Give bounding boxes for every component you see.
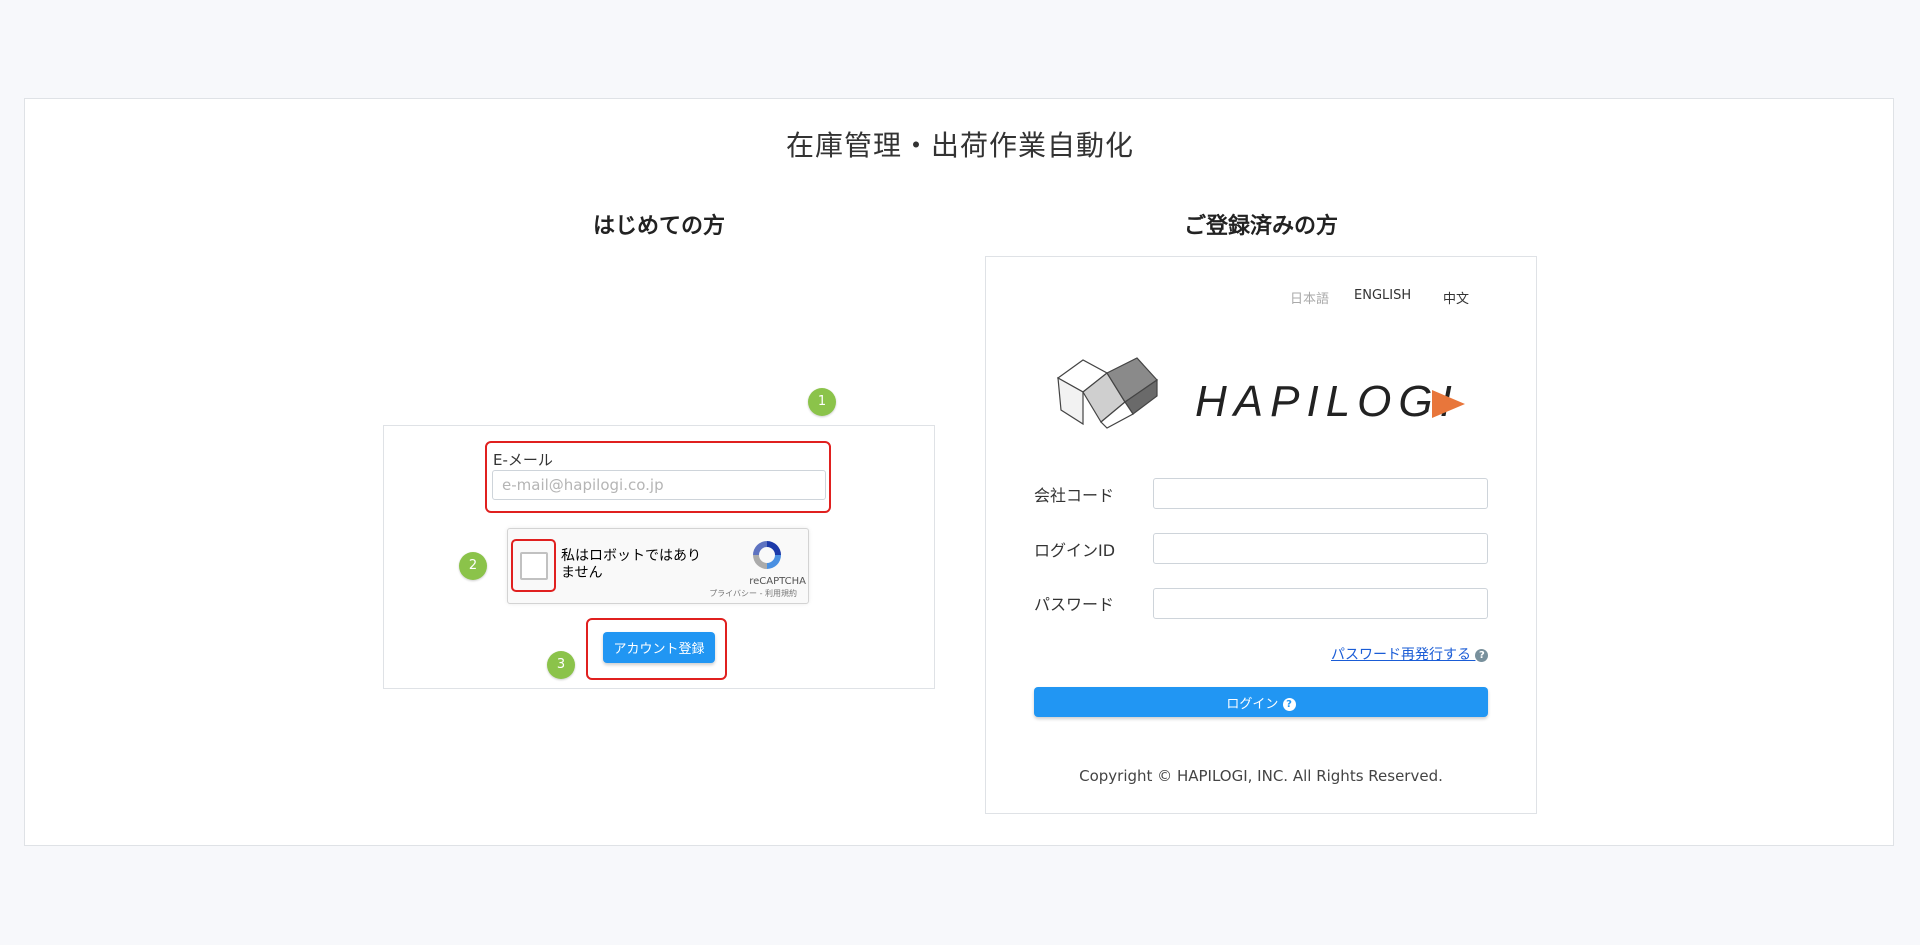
reset-help-icon[interactable]: ? — [1475, 648, 1489, 662]
hapilogi-logo: HAPILOGI — [1056, 357, 1465, 429]
recaptcha-terms-link[interactable]: プライバシー - 利用規約 — [690, 588, 797, 599]
login-id-input[interactable] — [1153, 533, 1488, 564]
main-container — [24, 98, 1894, 846]
password-label: パスワード — [1034, 595, 1115, 614]
logo-wordmark: HAPILOGI — [1195, 377, 1459, 426]
step-badge-3: 3 — [547, 651, 575, 679]
company-code-input[interactable] — [1153, 478, 1488, 509]
recaptcha-checkbox[interactable] — [520, 552, 548, 580]
login-button-label: ログイン — [1226, 696, 1279, 712]
login-button[interactable]: ログイン ? — [1034, 687, 1488, 717]
step-badge-2: 2 — [459, 552, 487, 580]
email-label: E-メール — [493, 451, 553, 469]
login-heading: ご登録済みの方 — [1183, 214, 1338, 239]
create-account-button[interactable]: アカウント登録 — [603, 632, 715, 663]
recaptcha-brand: reCAPTCHA — [749, 576, 806, 587]
password-input[interactable] — [1153, 588, 1488, 619]
language-japanese[interactable]: 日本語 — [1290, 288, 1329, 307]
hapilogi-mark-icon — [1056, 357, 1158, 429]
login-help-icon[interactable]: ? — [1282, 697, 1296, 711]
password-reset-link[interactable]: パスワード再発行する ? — [1331, 644, 1489, 664]
language-english[interactable]: ENGLISH — [1354, 288, 1411, 303]
signup-heading: はじめての方 — [592, 214, 725, 239]
email-input[interactable] — [492, 470, 826, 500]
step-badge-1: 1 — [808, 388, 836, 416]
recaptcha-label: 私はロボットではありません — [561, 548, 701, 581]
password-reset-label[interactable]: パスワード再発行する — [1331, 647, 1471, 663]
recaptcha-logo-icon — [753, 541, 781, 569]
copyright-text: Copyright © HAPILOGI, INC. All Rights Re… — [1079, 767, 1443, 785]
company-code-label: 会社コード — [1034, 486, 1115, 505]
page-title: 在庫管理・出荷作業自動化 — [785, 129, 1134, 162]
language-chinese[interactable]: 中文 — [1443, 288, 1469, 307]
login-id-label: ログインID — [1034, 541, 1116, 560]
